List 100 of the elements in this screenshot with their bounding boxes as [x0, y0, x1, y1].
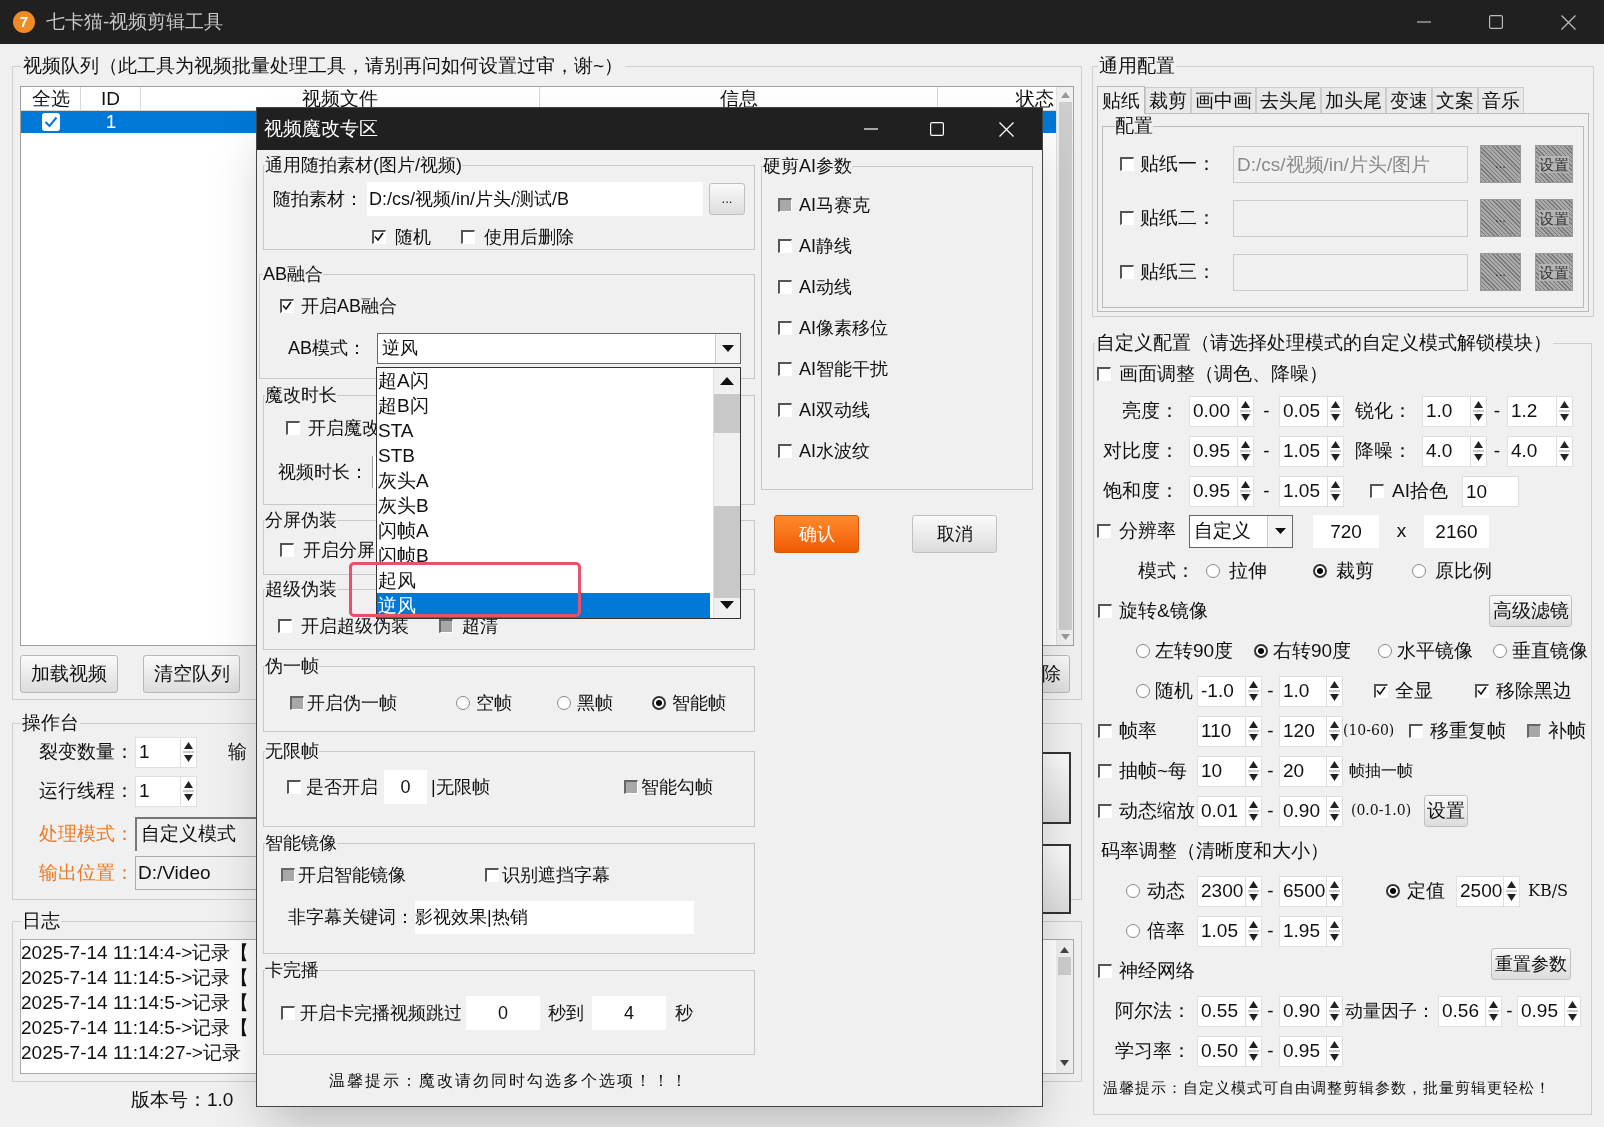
- tab[interactable]: 文案: [1432, 87, 1478, 113]
- cancel-button[interactable]: 取消: [912, 515, 997, 553]
- spin-box[interactable]: 2300: [1197, 875, 1262, 907]
- spin-box[interactable]: 2500: [1456, 875, 1520, 907]
- checkbox[interactable]: AI双动线: [778, 398, 870, 422]
- clear-queue-button[interactable]: 清空队列: [143, 655, 240, 693]
- checkbox[interactable]: 移重复帧: [1409, 719, 1527, 743]
- checkbox[interactable]: 抽帧~每: [1098, 759, 1197, 783]
- keyword-field[interactable]: 影视效果|热销: [415, 901, 694, 934]
- spin-box[interactable]: 4.0: [1422, 435, 1487, 467]
- radio-button[interactable]: 水平镜像: [1378, 639, 1493, 663]
- spin-box[interactable]: 0.90: [1279, 795, 1343, 827]
- text-field[interactable]: 0: [466, 996, 540, 1030]
- checkbox[interactable]: 动态缩放: [1098, 799, 1197, 823]
- checkbox[interactable]: 开启卡完播视频跳过: [281, 1001, 466, 1025]
- spin-box[interactable]: 1: [135, 775, 197, 807]
- checkbox[interactable]: AI像素移位: [778, 316, 888, 340]
- scrollbar[interactable]: [713, 368, 740, 618]
- spin-box[interactable]: 0.95: [1189, 435, 1254, 467]
- spin-box[interactable]: 1.0: [1422, 395, 1487, 427]
- settings-button[interactable]: 设置: [1424, 795, 1468, 827]
- checkbox[interactable]: 使用后删除: [461, 225, 574, 249]
- arrow-down-icon[interactable]: [1060, 1060, 1069, 1066]
- scrollbar-thumb[interactable]: [1058, 957, 1071, 975]
- tab[interactable]: 音乐: [1478, 87, 1524, 113]
- spin-box[interactable]: 1: [135, 736, 197, 768]
- text-field[interactable]: 0: [384, 770, 427, 804]
- checkbox[interactable]: AI马赛克: [778, 193, 870, 217]
- spin-box[interactable]: 0.55: [1197, 995, 1262, 1027]
- text-field[interactable]: 10: [1462, 475, 1519, 507]
- advanced-filter-button[interactable]: 高级滤镜: [1489, 595, 1572, 627]
- checkbox[interactable]: 神经网络: [1098, 959, 1195, 983]
- tab[interactable]: 画中画: [1191, 87, 1256, 113]
- checkbox[interactable]: 帧率: [1098, 719, 1197, 743]
- radio-button[interactable]: 随机: [1136, 679, 1197, 703]
- radio-button[interactable]: 拉伸: [1206, 559, 1313, 583]
- scrollbar-thumb[interactable]: [1058, 102, 1072, 630]
- ab-mode-dropdown[interactable]: 逆风: [377, 333, 741, 364]
- spin-box[interactable]: 0.05: [1279, 395, 1344, 427]
- tab[interactable]: 加头尾: [1321, 87, 1386, 113]
- resolution-dropdown[interactable]: 自定义: [1189, 514, 1293, 548]
- checkbox[interactable]: 移除黑边: [1475, 679, 1572, 703]
- spin-box[interactable]: 10: [1197, 755, 1262, 787]
- spin-box[interactable]: 0.50: [1197, 1035, 1262, 1067]
- spin-box[interactable]: 1.05: [1279, 435, 1344, 467]
- spin-box[interactable]: 1.05: [1279, 475, 1344, 507]
- radio-button[interactable]: 右转90度: [1254, 639, 1378, 663]
- arrow-up-icon[interactable]: [1060, 947, 1069, 953]
- tab[interactable]: 裁剪: [1145, 87, 1191, 113]
- checkbox[interactable]: AI水波纹: [778, 439, 870, 463]
- radio-button[interactable]: 垂直镜像: [1493, 639, 1588, 663]
- spin-box[interactable]: -1.0: [1197, 675, 1262, 707]
- spin-box[interactable]: 0.90: [1279, 995, 1343, 1027]
- radio-button[interactable]: 动态: [1126, 879, 1197, 903]
- spin-box[interactable]: 20: [1279, 755, 1343, 787]
- checkbox[interactable]: 是否开启: [287, 775, 379, 799]
- arrow-down-icon[interactable]: [720, 601, 734, 609]
- scrollbar[interactable]: [1056, 87, 1073, 645]
- checkbox[interactable]: 开启伪一帧: [290, 691, 456, 715]
- arrow-up-icon[interactable]: [720, 377, 734, 385]
- scrollbar[interactable]: [1056, 940, 1073, 1073]
- tab[interactable]: 变速: [1386, 87, 1432, 113]
- checkbox[interactable]: 开启分屏: [280, 538, 375, 562]
- column-header[interactable]: 状态: [938, 87, 1056, 110]
- spin-box[interactable]: 0.95: [1279, 1035, 1343, 1067]
- checkbox[interactable]: 分辨率: [1097, 519, 1189, 543]
- height-field[interactable]: 2160: [1424, 514, 1489, 548]
- dropdown-option[interactable]: 逆风: [377, 593, 710, 618]
- reset-params-button[interactable]: 重置参数: [1491, 948, 1571, 980]
- checkbox[interactable]: 旋转&镜像: [1098, 599, 1208, 623]
- text-field[interactable]: 4: [592, 996, 666, 1030]
- checkbox[interactable]: 智能勾帧: [624, 775, 713, 799]
- checkbox[interactable]: [42, 113, 60, 131]
- spin-box[interactable]: 0.01: [1197, 795, 1262, 827]
- spin-box[interactable]: 0.95: [1189, 475, 1254, 507]
- column-header[interactable]: 全选: [21, 87, 81, 110]
- tab[interactable]: 去头尾: [1256, 87, 1321, 113]
- checkbox[interactable]: AI拾色: [1370, 479, 1462, 503]
- radio-button[interactable]: 黑帧: [557, 691, 652, 715]
- spin-box[interactable]: 120: [1279, 715, 1343, 747]
- checkbox[interactable]: 开启AB融合: [280, 294, 397, 318]
- spin-box[interactable]: 0.56: [1438, 995, 1502, 1027]
- checkbox[interactable]: AI智能干扰: [778, 357, 888, 381]
- radio-button[interactable]: 智能帧: [652, 691, 726, 715]
- spin-box[interactable]: 1.05: [1197, 915, 1262, 947]
- column-header[interactable]: ID: [81, 87, 141, 110]
- spin-box[interactable]: 110: [1197, 715, 1262, 747]
- load-videos-button[interactable]: 加载视频: [20, 655, 118, 693]
- radio-button[interactable]: 左转90度: [1136, 639, 1254, 663]
- spin-box[interactable]: 6500: [1279, 875, 1343, 907]
- spin-box[interactable]: 1.2: [1507, 395, 1573, 427]
- checkbox[interactable]: AI动线: [778, 275, 852, 299]
- spin-box[interactable]: 1.0: [1279, 675, 1343, 707]
- spin-box[interactable]: 0.00: [1189, 395, 1254, 427]
- spin-box[interactable]: 4.0: [1507, 435, 1573, 467]
- radio-button[interactable]: 空帧: [456, 691, 557, 715]
- radio-button[interactable]: 原比例: [1412, 559, 1492, 583]
- browse-button[interactable]: ...: [709, 183, 745, 215]
- checkbox[interactable]: 画面调整（调色、降噪）: [1097, 362, 1328, 386]
- checkbox[interactable]: 随机: [372, 225, 461, 249]
